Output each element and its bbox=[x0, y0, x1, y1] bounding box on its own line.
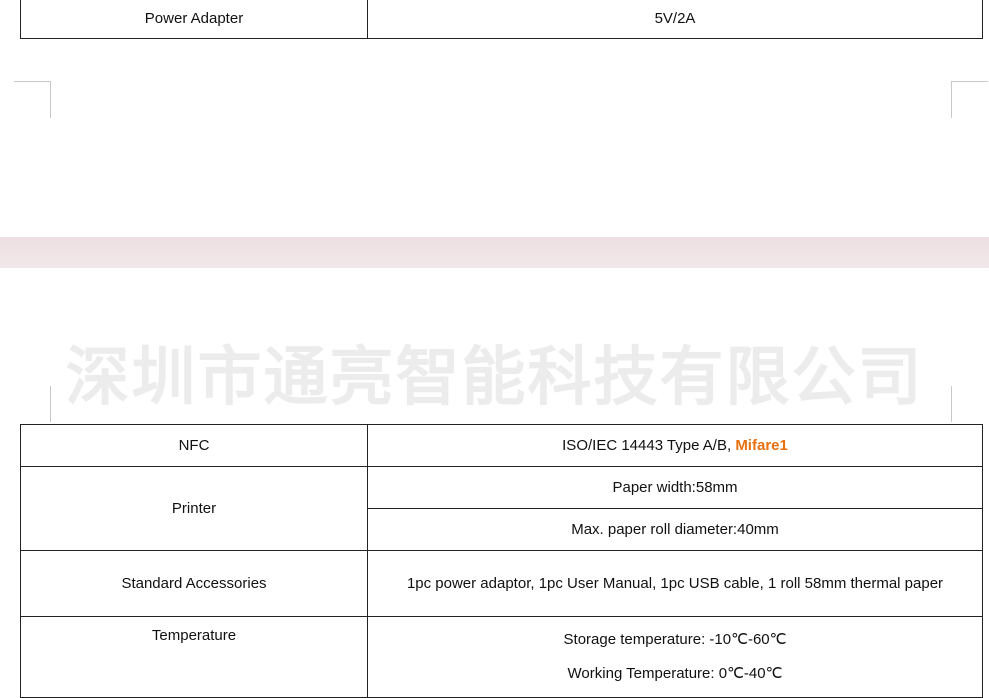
table-row-temperature: Temperature Storage temperature: -10℃-60… bbox=[20, 616, 983, 698]
temperature-value: Storage temperature: -10℃-60℃ Working Te… bbox=[367, 616, 983, 698]
power-spec-table: Power Adapter 5V/2A bbox=[20, 0, 983, 39]
accessories-value: 1pc power adaptor, 1pc User Manual, 1pc … bbox=[367, 550, 983, 617]
power-adapter-label: Power Adapter bbox=[20, 0, 368, 39]
printer-paper-width: Paper width:58mm bbox=[367, 466, 983, 509]
corner-mark-bottom-left bbox=[14, 386, 51, 422]
corner-mark-top-right bbox=[951, 81, 988, 118]
corner-mark-top-left bbox=[14, 81, 51, 118]
section-divider bbox=[0, 237, 989, 268]
nfc-mifare-highlight: Mifare1 bbox=[735, 437, 788, 454]
table-row-printer: Printer Paper width:58mm bbox=[20, 466, 983, 551]
nfc-standard-text: ISO/IEC 14443 Type A/B, bbox=[562, 437, 736, 454]
printer-roll-diameter: Max. paper roll diameter:40mm bbox=[367, 508, 983, 551]
table-row-accessories: Standard Accessories 1pc power adaptor, … bbox=[20, 550, 983, 617]
company-watermark: 深圳市通亮智能科技有限公司 bbox=[65, 340, 924, 415]
working-temperature: Working Temperature: 0℃-40℃ bbox=[567, 665, 783, 682]
nfc-value: ISO/IEC 14443 Type A/B, Mifare1 bbox=[367, 424, 983, 467]
temperature-label: Temperature bbox=[20, 616, 368, 698]
table-row: Power Adapter 5V/2A bbox=[20, 0, 983, 39]
power-adapter-value: 5V/2A bbox=[367, 0, 983, 39]
accessories-label: Standard Accessories bbox=[20, 550, 368, 617]
storage-temperature: Storage temperature: -10℃-60℃ bbox=[563, 631, 787, 648]
nfc-label: NFC bbox=[20, 424, 368, 467]
spec-table: NFC ISO/IEC 14443 Type A/B, Mifare1 Prin… bbox=[20, 424, 983, 698]
corner-mark-bottom-right bbox=[951, 386, 988, 422]
printer-label: Printer bbox=[20, 466, 368, 551]
table-row-nfc: NFC ISO/IEC 14443 Type A/B, Mifare1 bbox=[20, 424, 983, 467]
